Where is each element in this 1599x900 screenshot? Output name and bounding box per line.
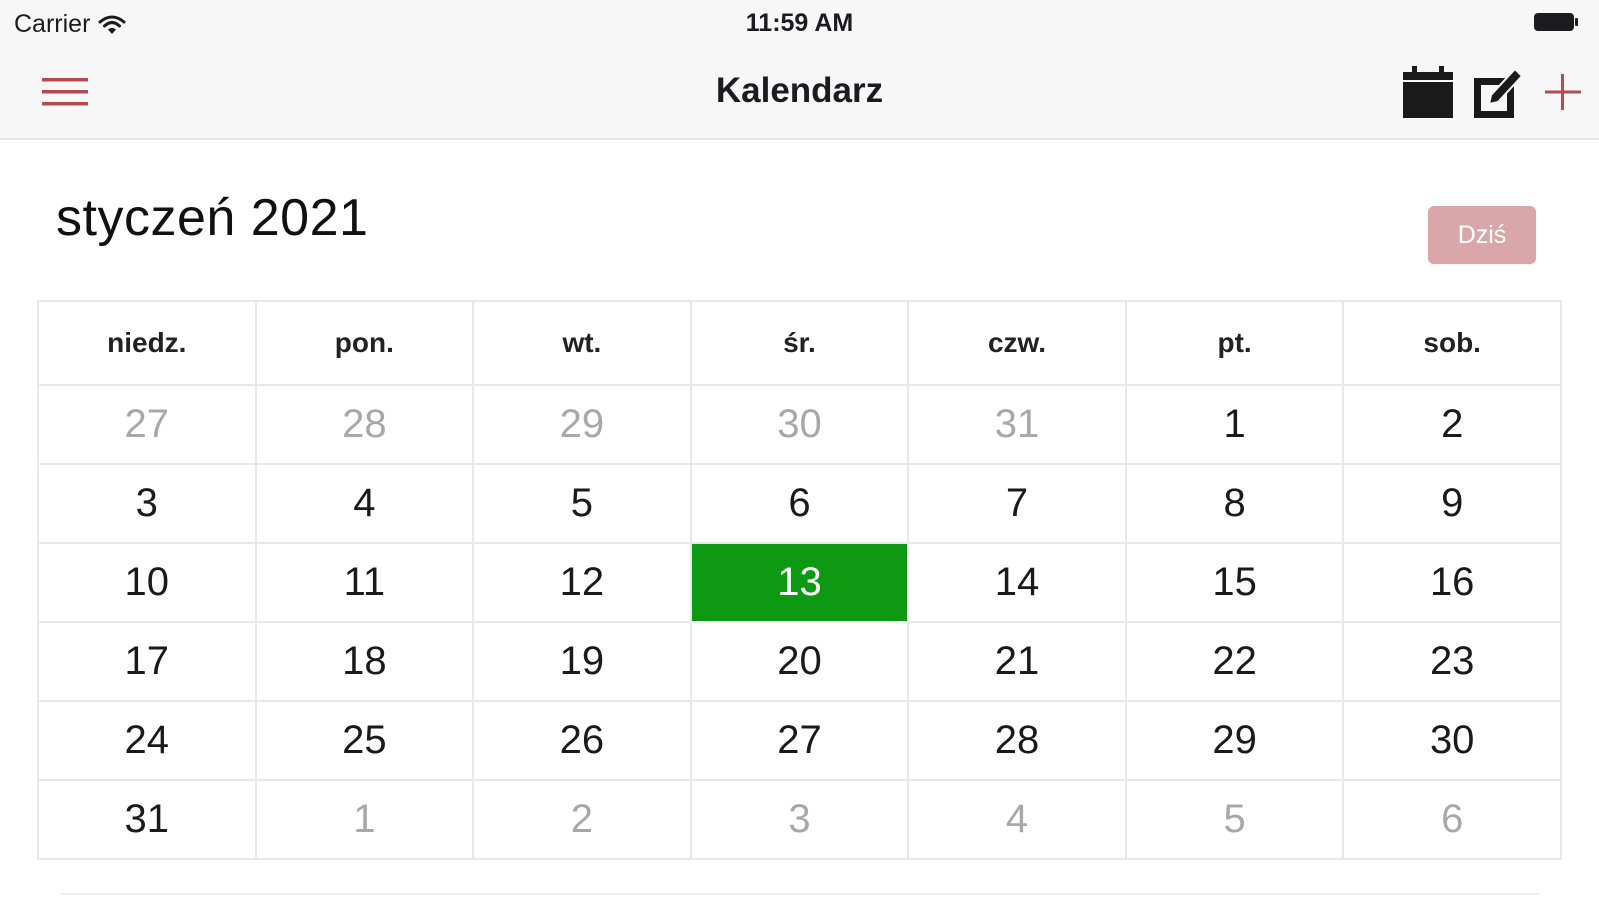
hamburger-menu-icon[interactable]	[40, 74, 90, 110]
week-row: 24 25 26 27 28 29 30	[37, 700, 1562, 781]
day-cell[interactable]: 15	[1124, 542, 1345, 623]
week-row: 10 11 12 13 14 15 16	[37, 542, 1562, 623]
day-cell[interactable]: 3	[689, 779, 910, 860]
divider	[60, 893, 1540, 895]
day-cell[interactable]: 28	[907, 700, 1127, 781]
add-icon[interactable]	[1541, 64, 1585, 120]
battery-icon	[1534, 13, 1578, 31]
weekday-header: niedz.	[37, 300, 257, 386]
day-cell[interactable]: 22	[1124, 621, 1345, 702]
day-cell[interactable]: 9	[1342, 463, 1562, 544]
weekday-header: pt.	[1124, 300, 1345, 386]
week-row: 27 28 29 30 31 1 2	[37, 384, 1562, 465]
week-row: 3 4 5 6 7 8 9	[37, 463, 1562, 544]
day-cell[interactable]: 27	[689, 700, 910, 781]
day-cell[interactable]: 21	[907, 621, 1127, 702]
day-cell[interactable]: 28	[254, 384, 475, 465]
today-button[interactable]: Dziś	[1428, 206, 1536, 264]
day-cell[interactable]: 29	[472, 384, 692, 465]
nav-actions	[1401, 64, 1585, 120]
day-cell[interactable]: 4	[907, 779, 1127, 860]
day-cell[interactable]: 6	[1342, 779, 1562, 860]
status-bar: Carrier 11:59 AM	[0, 0, 1599, 46]
day-cell[interactable]: 10	[37, 542, 257, 623]
week-row: 31 1 2 3 4 5 6	[37, 779, 1562, 860]
day-cell[interactable]: 30	[1342, 700, 1562, 781]
calendar-grid: niedz. pon. wt. śr. czw. pt. sob. 27 28 …	[37, 300, 1562, 860]
status-time: 11:59 AM	[745, 9, 854, 37]
day-cell[interactable]: 31	[907, 384, 1127, 465]
day-cell[interactable]: 24	[37, 700, 257, 781]
day-cell[interactable]: 17	[37, 621, 257, 702]
day-cell[interactable]: 2	[1342, 384, 1562, 465]
day-cell[interactable]: 8	[1124, 463, 1345, 544]
day-cell[interactable]: 26	[472, 700, 692, 781]
weekday-header: czw.	[907, 300, 1127, 386]
compose-icon[interactable]	[1471, 64, 1525, 120]
day-cell[interactable]: 12	[472, 542, 692, 623]
day-cell[interactable]: 1	[254, 779, 475, 860]
day-cell[interactable]: 5	[1124, 779, 1345, 860]
day-cell[interactable]: 20	[689, 621, 910, 702]
day-cell[interactable]: 27	[37, 384, 257, 465]
weekday-header: sob.	[1342, 300, 1562, 386]
day-cell[interactable]: 29	[1124, 700, 1345, 781]
day-cell[interactable]: 25	[254, 700, 475, 781]
calendar-icon[interactable]	[1401, 64, 1455, 120]
weekday-header-row: niedz. pon. wt. śr. czw. pt. sob.	[37, 300, 1562, 386]
day-cell[interactable]: 6	[689, 463, 910, 544]
page-title: Kalendarz	[715, 71, 884, 110]
month-title: styczeń 2021	[56, 189, 369, 247]
day-cell[interactable]: 18	[254, 621, 475, 702]
day-cell[interactable]: 16	[1342, 542, 1562, 623]
day-cell[interactable]: 14	[907, 542, 1127, 623]
weekday-header: pon.	[254, 300, 475, 386]
weekday-header: śr.	[689, 300, 910, 386]
day-cell[interactable]: 3	[37, 463, 257, 544]
day-cell[interactable]: 30	[689, 384, 910, 465]
day-cell[interactable]: 11	[254, 542, 475, 623]
weekday-header: wt.	[472, 300, 692, 386]
day-cell[interactable]: 1	[1124, 384, 1345, 465]
day-cell[interactable]: 31	[37, 779, 257, 860]
day-cell[interactable]: 19	[472, 621, 692, 702]
nav-bar: Kalendarz	[0, 46, 1599, 140]
day-cell[interactable]: 2	[472, 779, 692, 860]
day-cell[interactable]: 4	[254, 463, 475, 544]
day-cell[interactable]: 5	[472, 463, 692, 544]
day-cell[interactable]: 7	[907, 463, 1127, 544]
week-row: 17 18 19 20 21 22 23	[37, 621, 1562, 702]
today-day-cell[interactable]: 13	[689, 542, 910, 623]
day-cell[interactable]: 23	[1342, 621, 1562, 702]
